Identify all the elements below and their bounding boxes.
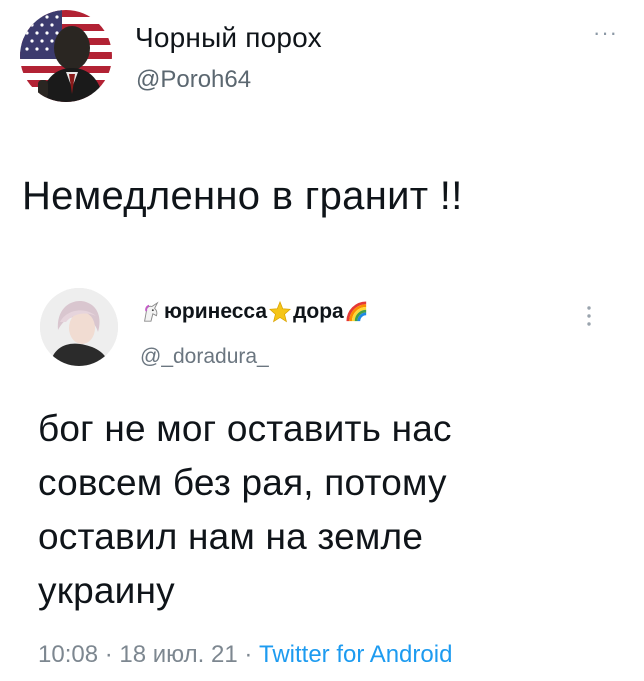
main-author-name[interactable]: Чорный порох (135, 22, 322, 54)
tweet-date[interactable]: 18 июл. 21 (119, 641, 237, 668)
main-author-handle[interactable]: @Poroh64 (136, 66, 251, 94)
quoted-more-options-icon[interactable] (586, 305, 592, 327)
main-tweet-text: Немедленно в гранит !! (22, 174, 463, 218)
american-flag-portrait-icon (20, 10, 112, 102)
rainbow-icon (346, 301, 367, 322)
meta-separator: · (98, 641, 120, 668)
quoted-name-part2: дора (293, 300, 344, 323)
tweet-time: 10:08 (38, 641, 99, 668)
vertical-dots-icon (587, 306, 591, 326)
main-more-options-icon[interactable]: ··· (593, 22, 618, 44)
star-icon (269, 301, 292, 323)
unicorn-icon (144, 301, 159, 322)
meta-separator: · (237, 641, 259, 668)
quoted-author-handle[interactable]: @_doradura_ (140, 345, 269, 369)
tweet-source-link[interactable]: Twitter for Android (259, 641, 452, 668)
quoted-name-part1: юринесса (164, 300, 268, 323)
person-portrait-icon (40, 288, 118, 366)
quoted-tweet-meta: 10:08 · 18 июл. 21 · Twitter for Android (38, 641, 452, 669)
quoted-avatar[interactable] (40, 288, 118, 366)
quoted-tweet-text: бог не мог оставить нас совсем без рая, … (38, 408, 452, 611)
quoted-author-name[interactable]: юринесса дора (140, 300, 368, 324)
main-avatar[interactable] (20, 10, 112, 102)
